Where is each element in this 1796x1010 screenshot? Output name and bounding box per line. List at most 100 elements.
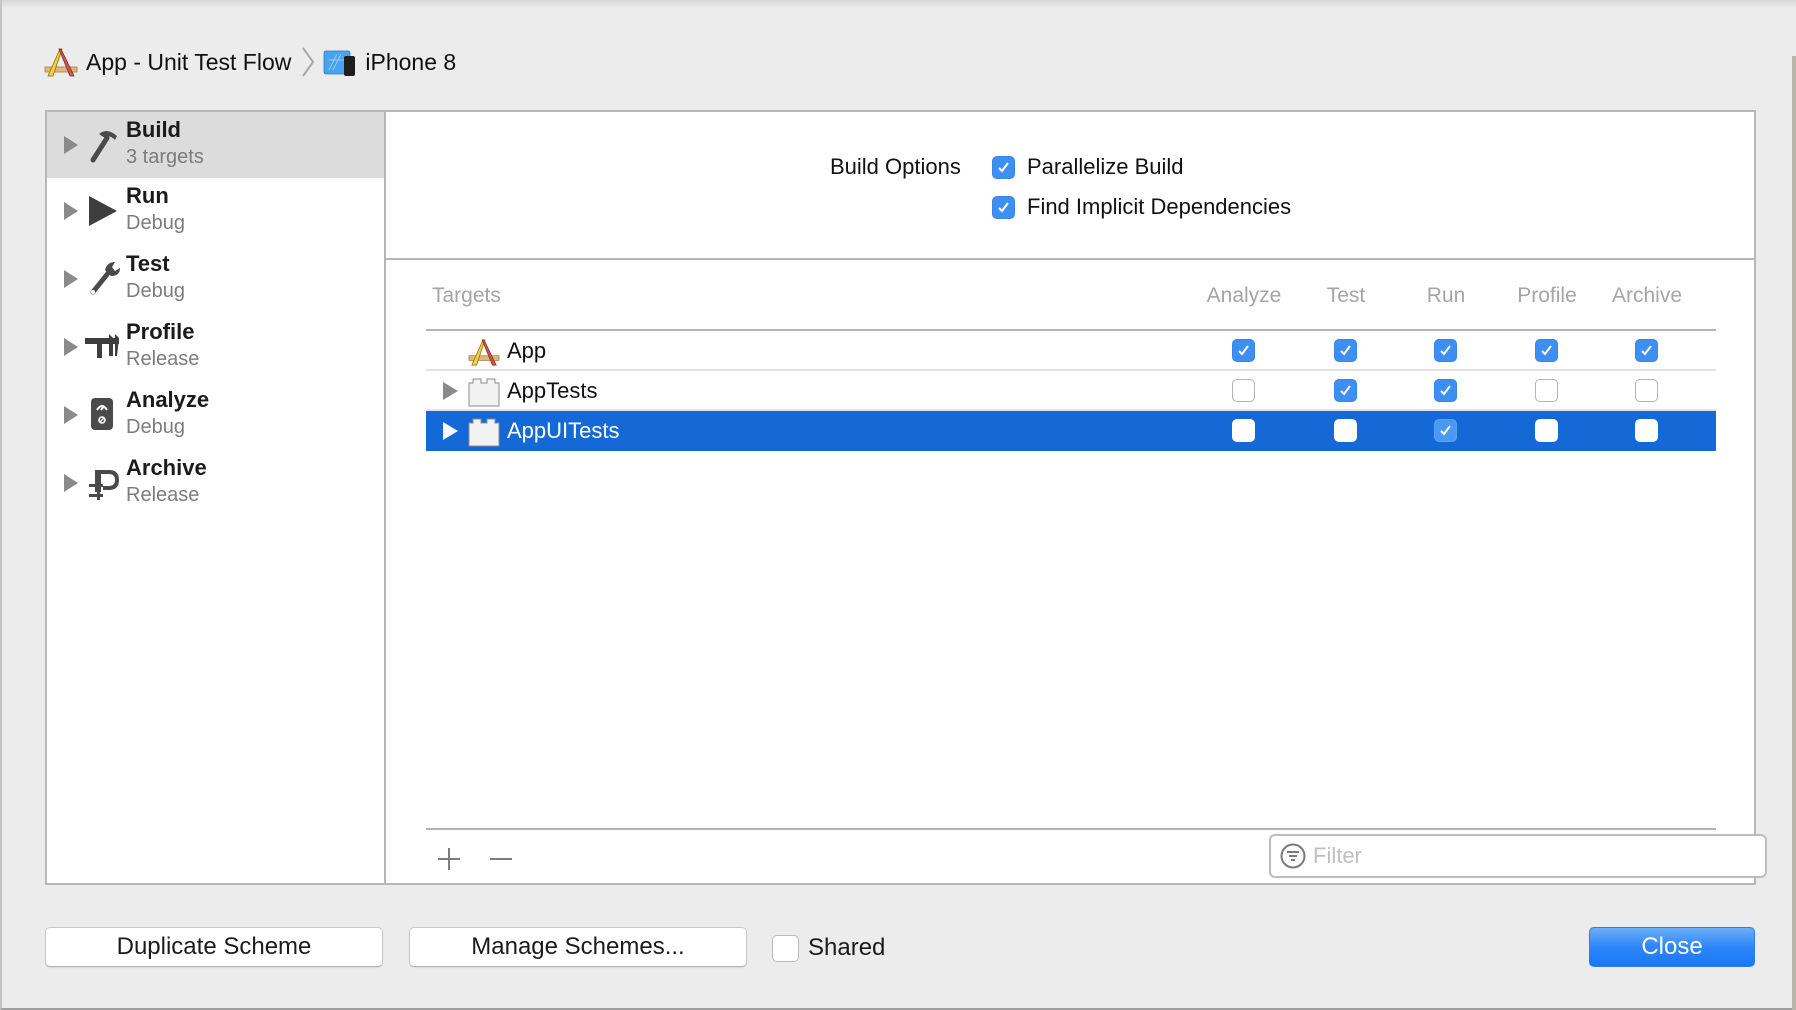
- sidebar-item-title: Profile: [126, 319, 195, 344]
- chevron-right-icon: [302, 47, 315, 77]
- sidebar-item-title: Test: [126, 251, 170, 276]
- breadcrumb: App - Unit Test Flow iPhone 8: [44, 44, 456, 80]
- sidebar-item-analyze[interactable]: Analyze Debug: [47, 382, 384, 448]
- checkmark-icon: [1440, 425, 1451, 436]
- plus-icon[interactable]: [434, 844, 464, 874]
- column-header-archive[interactable]: Archive: [1612, 284, 1682, 308]
- xcode-app-icon: [468, 339, 500, 366]
- sidebar-item-test[interactable]: Test Debug: [47, 246, 384, 312]
- target-name: App: [507, 338, 547, 363]
- archive-checkbox[interactable]: [1635, 419, 1658, 442]
- shared-checkbox[interactable]: [772, 934, 799, 962]
- column-header-test[interactable]: Test: [1327, 284, 1366, 308]
- sidebar-item-title: Analyze: [126, 387, 210, 412]
- duplicate-scheme-button[interactable]: Duplicate Scheme: [45, 927, 383, 967]
- minus-icon[interactable]: [486, 844, 516, 874]
- target-name: AppTests: [507, 378, 598, 403]
- edit-scheme-window: App - Unit Test Flow iPhone 8 Build 3 ta…: [0, 0, 1796, 1010]
- sidebar-item-title: Archive: [126, 455, 207, 480]
- table-bottom-divider: [426, 828, 1716, 830]
- shared-label: Shared: [808, 934, 886, 961]
- column-header-targets[interactable]: Targets: [432, 284, 501, 308]
- parallelize-build-checkbox[interactable]: [992, 155, 1015, 179]
- scheme-name: App - Unit Test Flow: [86, 48, 292, 75]
- sidebar-item-title: Run: [126, 183, 169, 208]
- run-checkbox[interactable]: [1434, 419, 1457, 442]
- caliper-icon: [85, 334, 119, 358]
- sidebar-item-subtitle: Debug: [126, 212, 185, 234]
- sidebar-item-run[interactable]: Run Debug: [47, 178, 384, 244]
- bundle-icon: [468, 418, 500, 447]
- column-header-analyze[interactable]: Analyze: [1207, 284, 1282, 308]
- archive-checkbox[interactable]: [1635, 379, 1658, 402]
- sidebar-item-title: Build: [126, 117, 181, 142]
- target-row[interactable]: AppUITests: [426, 411, 1716, 451]
- column-header-profile[interactable]: Profile: [1517, 284, 1577, 308]
- checkmark-icon: [1440, 385, 1451, 396]
- disclosure-triangle-icon[interactable]: [443, 382, 458, 400]
- build-options-section: Build Options Parallelize Build Find Imp…: [386, 112, 1754, 260]
- close-button[interactable]: Close: [1589, 927, 1755, 967]
- disclosure-triangle-icon[interactable]: [64, 406, 78, 424]
- checkmark-icon: [1238, 345, 1249, 356]
- xcode-app-icon: [44, 46, 78, 78]
- checkmark-icon: [998, 201, 1009, 213]
- wrench-icon: [90, 262, 120, 295]
- checkmark-icon: [1541, 345, 1552, 356]
- disclosure-triangle-icon[interactable]: [64, 136, 78, 154]
- checkmark-icon: [1641, 345, 1652, 356]
- parallelize-build-option[interactable]: Parallelize Build: [992, 154, 1184, 180]
- profile-checkbox[interactable]: [1535, 419, 1558, 442]
- target-row[interactable]: AppTests: [426, 371, 1716, 411]
- analyze-checkbox[interactable]: [1232, 339, 1255, 362]
- parallelize-build-label: Parallelize Build: [1027, 154, 1184, 179]
- sidebar-item-subtitle: Release: [126, 348, 200, 370]
- disclosure-triangle-icon[interactable]: [443, 422, 458, 440]
- column-header-run[interactable]: Run: [1427, 284, 1466, 308]
- run-checkbox[interactable]: [1434, 379, 1457, 402]
- analyze-checkbox[interactable]: [1232, 379, 1255, 402]
- test-checkbox[interactable]: [1334, 419, 1357, 442]
- checkmark-icon: [1340, 345, 1351, 356]
- sidebar-item-subtitle: 3 targets: [126, 146, 204, 168]
- sidebar-item-build[interactable]: Build 3 targets: [47, 112, 384, 178]
- find-implicit-dependencies-option[interactable]: Find Implicit Dependencies: [992, 194, 1291, 220]
- shared-option[interactable]: Shared: [772, 934, 885, 962]
- action-sidebar: Build 3 targets Run Debug Test Debug Pro…: [47, 112, 386, 883]
- sidebar-item-profile[interactable]: Profile Release: [47, 314, 384, 380]
- destination-selector[interactable]: iPhone 8: [323, 46, 456, 78]
- manage-schemes-button[interactable]: Manage Schemes...: [409, 927, 747, 967]
- iphone-simulator-icon: [323, 46, 357, 78]
- filter-icon: [1280, 843, 1306, 869]
- sidebar-item-subtitle: Release: [126, 484, 200, 506]
- build-action-content: Build Options Parallelize Build Find Imp…: [386, 112, 1767, 883]
- archive-checkbox[interactable]: [1635, 339, 1658, 362]
- checkmark-icon: [1440, 345, 1451, 356]
- sidebar-item-archive[interactable]: Archive Release: [47, 450, 384, 516]
- clamp-icon: [89, 470, 120, 500]
- build-options-label: Build Options: [830, 154, 961, 179]
- window-edge: [1792, 56, 1796, 1010]
- disclosure-triangle-icon[interactable]: [64, 270, 78, 288]
- analyze-checkbox[interactable]: [1232, 419, 1255, 442]
- checkmark-icon: [998, 161, 1009, 173]
- disclosure-triangle-icon[interactable]: [64, 338, 78, 356]
- sidebar-item-subtitle: Debug: [126, 416, 185, 438]
- sidebar-item-subtitle: Debug: [126, 280, 185, 302]
- disclosure-triangle-icon[interactable]: [64, 474, 78, 492]
- scheme-selector[interactable]: App - Unit Test Flow: [44, 46, 291, 78]
- checkmark-icon: [1340, 385, 1351, 396]
- disclosure-triangle-icon[interactable]: [64, 202, 78, 220]
- profile-checkbox[interactable]: [1535, 339, 1558, 362]
- filter-input[interactable]: [1313, 843, 1753, 869]
- run-checkbox[interactable]: [1434, 339, 1457, 362]
- target-row[interactable]: App: [426, 331, 1716, 371]
- filter-field[interactable]: [1269, 834, 1767, 878]
- test-checkbox[interactable]: [1334, 379, 1357, 402]
- test-checkbox[interactable]: [1334, 339, 1357, 362]
- hammer-icon: [90, 130, 117, 163]
- target-name: AppUITests: [507, 418, 620, 443]
- find-implicit-dependencies-label: Find Implicit Dependencies: [1027, 194, 1292, 219]
- profile-checkbox[interactable]: [1535, 379, 1558, 402]
- find-implicit-dependencies-checkbox[interactable]: [992, 195, 1015, 219]
